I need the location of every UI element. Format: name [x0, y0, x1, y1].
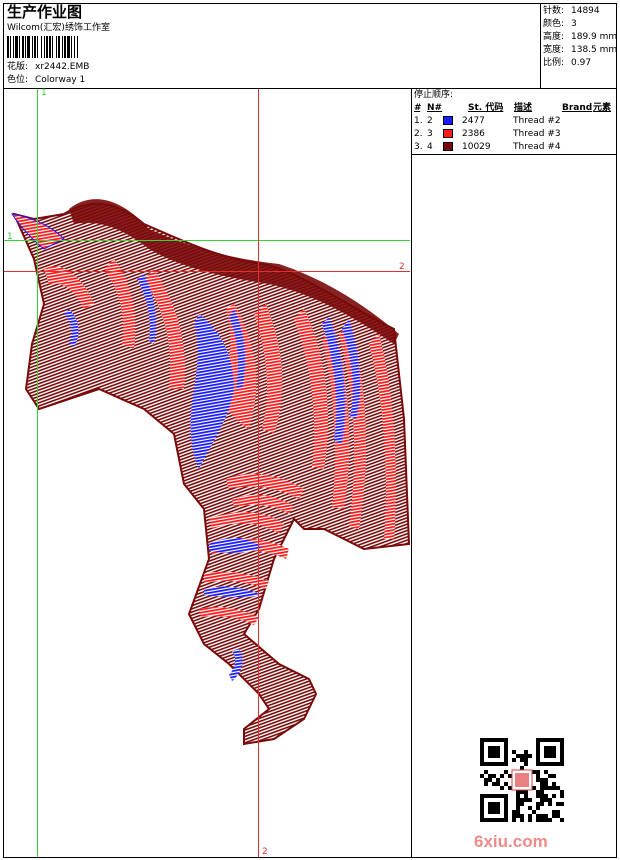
- red-guide-vertical: [258, 89, 259, 857]
- row-order: 2.: [414, 129, 423, 139]
- zebra-body: [10, 199, 410, 746]
- width-label: 宽度:: [543, 45, 565, 55]
- design-file-name: xr2442.EMB: [35, 62, 90, 72]
- sequence-bottom-line: [411, 154, 617, 155]
- barcode: [7, 36, 78, 58]
- row-code: 2386: [462, 129, 485, 139]
- row-order: 1.: [414, 116, 423, 126]
- row-needle: 2: [427, 116, 433, 126]
- stitches-value: 14894: [571, 6, 600, 16]
- stitches-label: 针数:: [543, 6, 565, 16]
- green-guide-horizontal: [4, 240, 410, 241]
- watermark: 6xiu.com: [468, 738, 578, 854]
- col-code: St. 代码: [468, 103, 504, 113]
- qr-code-icon: [480, 738, 564, 822]
- row-description: Thread #3: [513, 129, 561, 139]
- thread-swatch: [443, 129, 453, 138]
- thread-swatch: [443, 116, 453, 125]
- width-value: 138.5 mm: [571, 45, 618, 55]
- design-label: 花版:: [7, 62, 29, 72]
- row-code: 2477: [462, 116, 485, 126]
- row-order: 3.: [414, 142, 423, 152]
- col-needle: N#: [427, 103, 443, 113]
- row-description: Thread #2: [513, 116, 561, 126]
- col-element: 元素: [593, 103, 612, 113]
- row-description: Thread #4: [513, 142, 561, 152]
- colors-value: 3: [571, 19, 577, 29]
- col-brand: Brand: [562, 103, 593, 113]
- colorway-name: Colorway 1: [35, 75, 86, 85]
- green-guide-label-left: 1: [7, 232, 13, 242]
- height-label: 高度:: [543, 32, 565, 42]
- red-guide-label-right: 2: [399, 262, 405, 272]
- sequence-title: 停止顺序:: [414, 90, 454, 100]
- thread-swatch: [443, 142, 453, 151]
- col-description: 描述: [514, 103, 533, 113]
- row-needle: 4: [427, 142, 433, 152]
- company-name: Wilcom(汇宏)绣饰工作室: [7, 23, 110, 33]
- green-guide-label-top: 1: [41, 88, 47, 98]
- page-title: 生产作业图: [7, 3, 83, 21]
- green-guide-vertical: [37, 89, 38, 857]
- panel-divider: [411, 88, 412, 858]
- stats-divider: [540, 3, 541, 88]
- row-needle: 3: [427, 129, 433, 139]
- colors-label: 颜色:: [543, 19, 565, 29]
- colorway-label: 色位:: [7, 75, 29, 85]
- zebra-embroidery-design: [10, 199, 410, 746]
- red-guide-label-bottom: 2: [262, 847, 268, 857]
- height-value: 189.9 mm: [571, 32, 618, 42]
- scale-label: 比例:: [543, 58, 565, 68]
- row-code: 10029: [462, 142, 491, 152]
- red-guide-horizontal: [4, 271, 410, 272]
- watermark-text: 6xiu.com: [474, 832, 548, 851]
- col-order: #: [414, 103, 421, 113]
- scale-value: 0.97: [571, 58, 592, 68]
